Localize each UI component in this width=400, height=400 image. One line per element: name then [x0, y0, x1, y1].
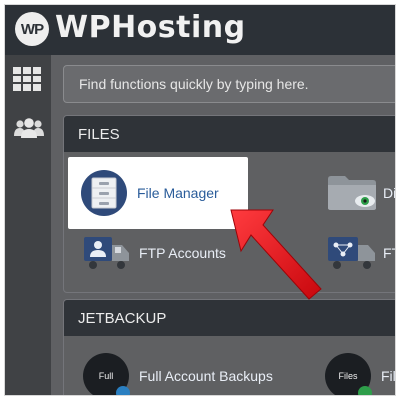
red-arrow-icon: [230, 209, 322, 300]
app-window: WP WPHosting Find functions quickly by t…: [4, 4, 396, 396]
